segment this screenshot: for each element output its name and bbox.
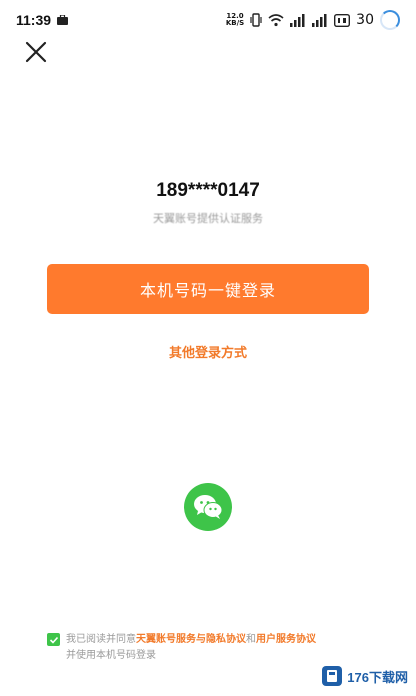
net-speed-unit: KB/S: [225, 19, 245, 27]
signal-icon-2: [312, 13, 328, 27]
wechat-login-button[interactable]: [184, 483, 232, 531]
watermark-text: 176下载网: [347, 669, 408, 685]
agreement-checkbox[interactable]: [47, 633, 60, 646]
one-tap-login-button[interactable]: 本机号码一键登录: [47, 264, 369, 314]
signal-icon: [290, 13, 306, 27]
watermark-logo-icon: [322, 666, 343, 686]
check-icon: [49, 636, 58, 644]
battery-level: 30: [356, 12, 374, 28]
agreement-row: 我已阅读并同意天翼账号服务与隐私协议和用户服务协议 并使用本机号码登录: [47, 632, 377, 664]
net-speed: 12.0 KB/S: [226, 13, 244, 27]
vibrate-icon: [250, 13, 262, 27]
wifi-icon: [268, 13, 284, 27]
user-service-link[interactable]: 用户服务协议: [256, 634, 316, 645]
account-privacy-link[interactable]: 天翼账号服务与隐私协议: [136, 634, 246, 645]
close-button[interactable]: [22, 38, 50, 66]
masked-phone-number: 189****0147: [156, 180, 260, 201]
agreement-middle: 和: [246, 634, 256, 645]
hd-icon: [334, 13, 351, 27]
one-tap-login-label: 本机号码一键登录: [139, 281, 276, 300]
agreement-prefix: 我已阅读并同意: [66, 634, 136, 645]
wechat-icon: [194, 495, 223, 519]
status-time: 11:39: [16, 12, 52, 28]
auth-provider-note: 天翼账号提供认证服务: [153, 212, 263, 225]
status-left: 11:39: [16, 12, 69, 28]
briefcase-icon: [57, 15, 69, 25]
agreement-line2: 并使用本机号码登录: [66, 650, 156, 661]
status-bar: 11:39 12.0 KB/S 30: [0, 0, 416, 40]
close-icon: [25, 41, 47, 63]
status-right: 12.0 KB/S 30: [226, 10, 400, 30]
other-login-methods-link[interactable]: 其他登录方式: [0, 342, 416, 361]
battery-icon: [380, 10, 400, 30]
agreement-text-block: 我已阅读并同意天翼账号服务与隐私协议和用户服务协议 并使用本机号码登录: [66, 632, 316, 664]
watermark: 176下载网: [321, 664, 408, 688]
